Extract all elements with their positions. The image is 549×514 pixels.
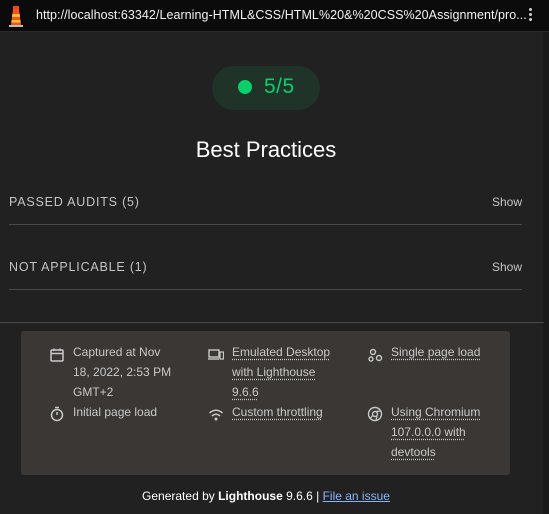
report-header-bar: http://localhost:63342/Learning-HTML&CSS… [0, 0, 549, 32]
footer-prefix: Generated by [142, 489, 219, 503]
passed-audits-group[interactable]: PASSED AUDITS (5) Show [9, 195, 522, 217]
scrollbar-track[interactable] [543, 32, 549, 514]
emulated-line-1[interactable]: Emulated Desktop [232, 345, 330, 359]
captured-at: Captured at Nov 18, 2022, 2:53 PM GMT+2 [73, 342, 193, 402]
not-applicable-group[interactable]: NOT APPLICABLE (1) Show [9, 260, 522, 282]
group-label: PASSED AUDITS (5) [9, 195, 140, 209]
stopwatch-icon [50, 406, 64, 422]
section-divider [0, 322, 544, 323]
pass-indicator-icon [238, 80, 252, 94]
show-button[interactable]: Show [492, 195, 522, 209]
more-options-icon[interactable] [523, 6, 537, 26]
chromium-line-2[interactable]: 107.0.0.0 with [391, 425, 466, 439]
page-url: http://localhost:63342/Learning-HTML&CSS… [36, 8, 527, 22]
emulated-line-3[interactable]: 9.6.6 [232, 385, 259, 399]
chromium-line-3[interactable]: devtools [391, 445, 436, 459]
single-page-load[interactable]: Single page load [391, 342, 511, 362]
file-issue-link[interactable]: File an issue [323, 489, 390, 503]
throttling-link[interactable]: Custom throttling [232, 405, 323, 419]
custom-throttling[interactable]: Custom throttling [232, 402, 352, 422]
lighthouse-logo-icon [9, 6, 23, 27]
using-chromium[interactable]: Using Chromium 107.0.0.0 with devtools [391, 402, 511, 462]
single-page-icon [368, 348, 383, 362]
single-page-link[interactable]: Single page load [391, 345, 480, 359]
emulated-line-2[interactable]: with Lighthouse [232, 365, 315, 379]
captured-line-2: 18, 2022, 2:53 PM [73, 365, 172, 379]
report-footer: Generated by Lighthouse 9.6.6 | File an … [0, 489, 532, 503]
group-label: NOT APPLICABLE (1) [9, 260, 148, 274]
footer-product: Lighthouse [218, 489, 283, 503]
wifi-throttling-icon [209, 409, 223, 421]
emulated-desktop[interactable]: Emulated Desktop with Lighthouse 9.6.6 [232, 342, 352, 402]
chromium-icon [367, 406, 383, 422]
captured-line-3: GMT+2 [73, 385, 114, 399]
chromium-line-1[interactable]: Using Chromium [391, 405, 480, 419]
score-value: 5/5 [264, 75, 295, 98]
initial-page-load: Initial page load [73, 402, 193, 422]
initial-load-label: Initial page load [73, 405, 158, 419]
desktop-device-icon [208, 349, 224, 360]
footer-version: 9.6.6 | [282, 489, 323, 503]
divider [9, 224, 522, 225]
category-title: Best Practices [195, 137, 337, 162]
show-button[interactable]: Show [492, 260, 522, 274]
score-gauge: 5/5 [212, 66, 320, 110]
calendar-icon [50, 348, 64, 362]
captured-line-1: Captured at Nov [73, 345, 161, 359]
divider [9, 289, 522, 290]
